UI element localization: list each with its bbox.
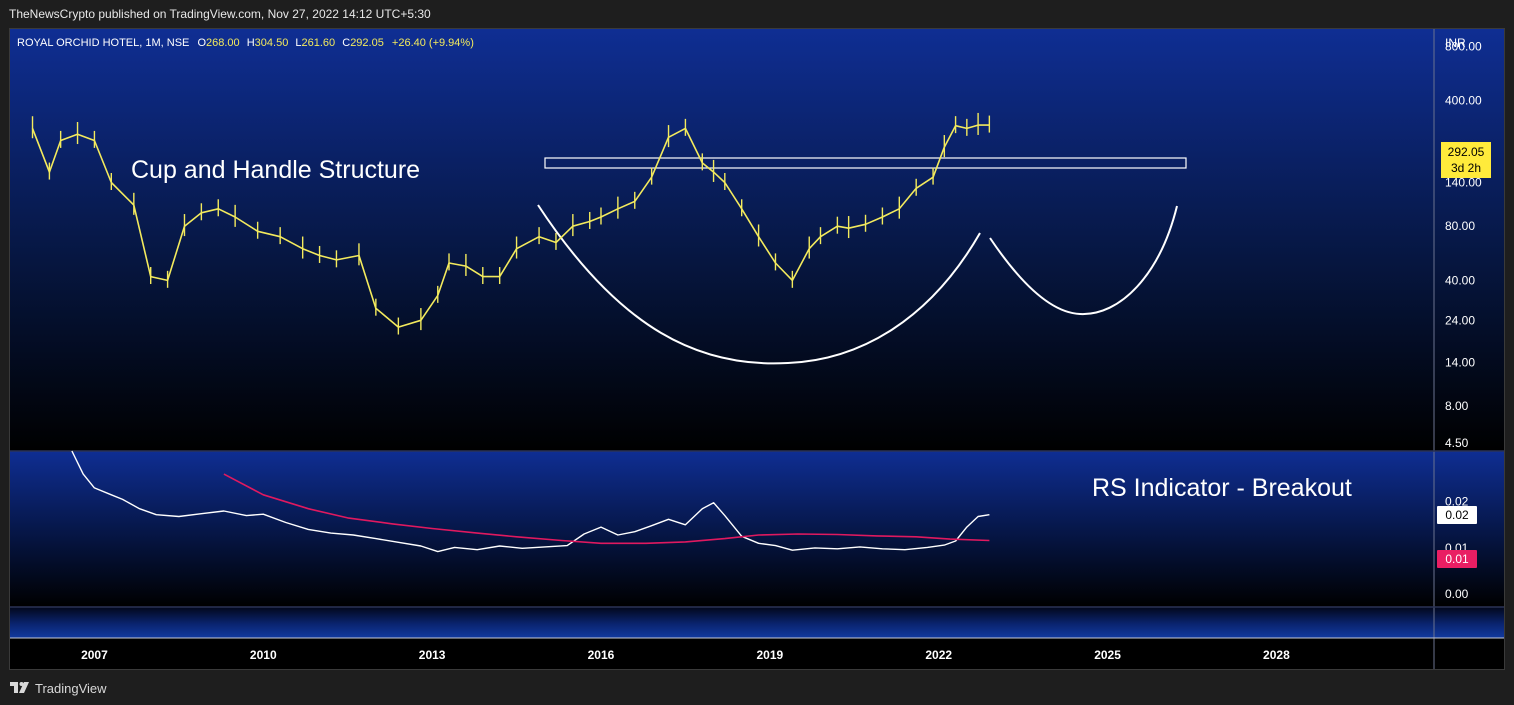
rs-axis-bg[interactable] bbox=[1434, 451, 1504, 607]
time-tick-label: 2007 bbox=[81, 648, 108, 662]
price-time-to-close: 3d 2h bbox=[1451, 161, 1481, 175]
price-last-value: 292.05 bbox=[1448, 145, 1485, 159]
time-tick-label: 2019 bbox=[756, 648, 783, 662]
price-tick-label: 8.00 bbox=[1445, 399, 1469, 413]
legend-change: +26.40 (+9.94%) bbox=[392, 37, 474, 49]
legend-high-value: 304.50 bbox=[255, 37, 289, 49]
cup-handle-annotation[interactable]: Cup and Handle Structure bbox=[131, 156, 420, 184]
tradingview-logo-icon bbox=[10, 682, 29, 693]
rs-tick-label: 0.00 bbox=[1445, 587, 1469, 601]
price-axis-bg[interactable] bbox=[1434, 29, 1504, 451]
time-tick-label: 2028 bbox=[1263, 648, 1290, 662]
rs-breakout-annotation[interactable]: RS Indicator - Breakout bbox=[1092, 474, 1352, 502]
legend-high-label: H bbox=[247, 37, 255, 49]
price-tick-label: 4.50 bbox=[1445, 436, 1469, 450]
rs-last-tag: 0.02 bbox=[1437, 506, 1477, 524]
time-tick-label: 2022 bbox=[925, 648, 952, 662]
legend-close-value: 292.05 bbox=[350, 37, 384, 49]
price-last-tag: 292.05 3d 2h bbox=[1441, 142, 1491, 178]
rs-ma-last-tag: 0.01 bbox=[1437, 550, 1477, 568]
footer-brand-label: TradingView bbox=[35, 680, 107, 696]
time-tick-label: 2013 bbox=[419, 648, 446, 662]
price-pane[interactable] bbox=[10, 29, 1434, 451]
price-tick-label: 800.00 bbox=[1445, 39, 1482, 53]
footer-brand[interactable]: TradingView bbox=[10, 678, 107, 698]
bottom-pane bbox=[10, 607, 1504, 638]
price-tick-label: 24.00 bbox=[1445, 313, 1475, 327]
price-tick-label: 80.00 bbox=[1445, 219, 1475, 233]
chart-svg[interactable]: ROYAL ORCHID HOTEL, 1M, NSE O268.00 H304… bbox=[10, 29, 1504, 669]
legend-close-label: C bbox=[342, 37, 350, 49]
price-tick-label: 40.00 bbox=[1445, 273, 1475, 287]
chart-frame[interactable]: ROYAL ORCHID HOTEL, 1M, NSE O268.00 H304… bbox=[9, 28, 1505, 670]
time-tick-label: 2010 bbox=[250, 648, 277, 662]
rs-ma-last-value: 0.01 bbox=[1445, 552, 1469, 566]
rs-last-value: 0.02 bbox=[1445, 508, 1469, 522]
time-tick-label: 2016 bbox=[588, 648, 615, 662]
price-tick-label: 14.00 bbox=[1445, 355, 1475, 369]
time-tick-label: 2025 bbox=[1094, 648, 1121, 662]
price-tick-label: 400.00 bbox=[1445, 94, 1482, 108]
legend-symbol: ROYAL ORCHID HOTEL, 1M, NSE bbox=[17, 37, 189, 49]
published-header: TheNewsCrypto published on TradingView.c… bbox=[9, 7, 431, 21]
legend-low-value: 261.60 bbox=[302, 37, 336, 49]
legend-open-value: 268.00 bbox=[206, 37, 240, 49]
